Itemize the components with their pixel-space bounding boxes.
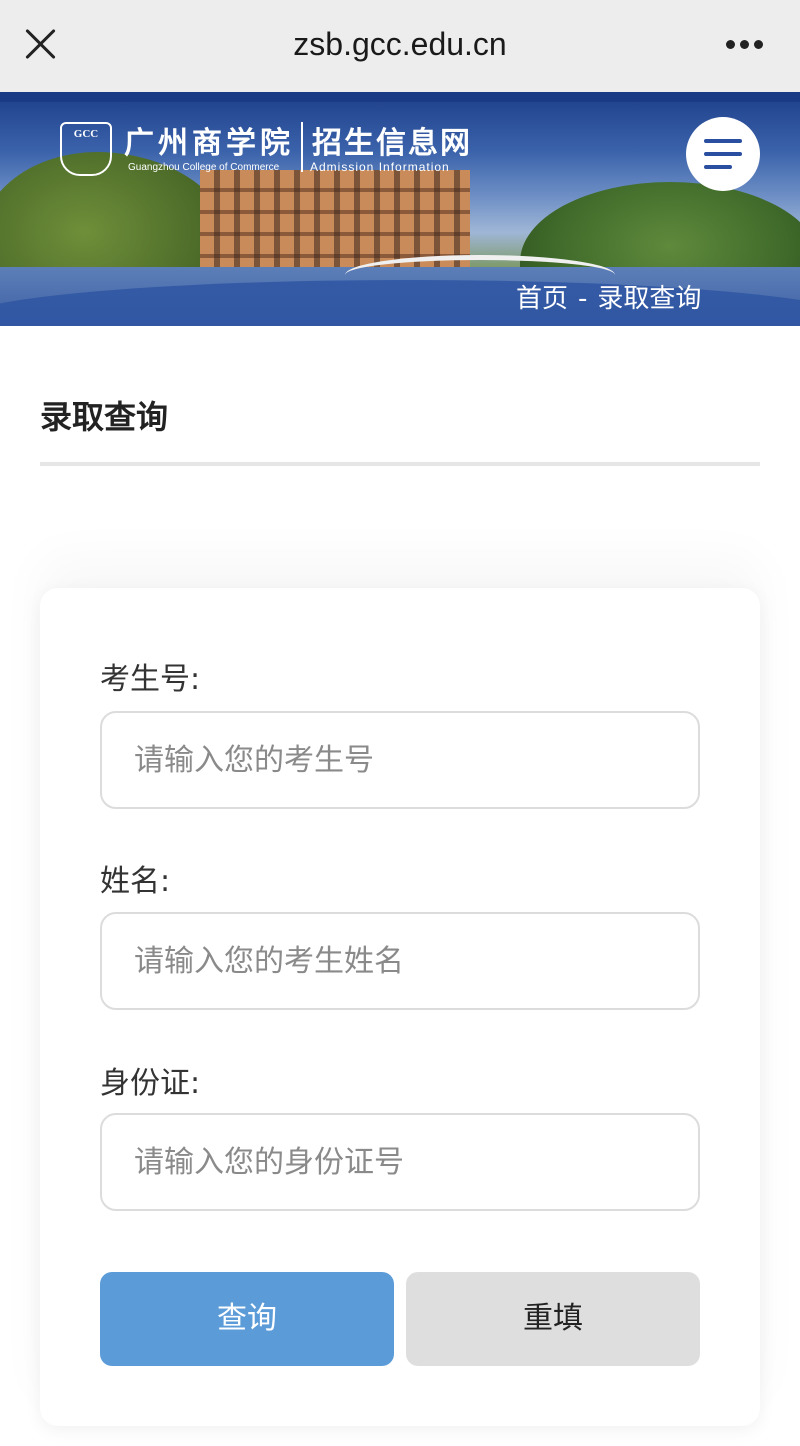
page-url: zsb.gcc.edu.cn bbox=[293, 26, 507, 62]
hamburger-menu-icon[interactable] bbox=[686, 117, 760, 191]
exam-no-label: 考生号: bbox=[100, 662, 201, 697]
browser-top-bar: zsb.gcc.edu.cn bbox=[0, 0, 800, 92]
reset-button[interactable]: 重填 bbox=[406, 1272, 700, 1366]
title-divider bbox=[40, 462, 760, 466]
header-banner: GCC 广州商学院 招生信息网 Guangzhou College of Com… bbox=[0, 92, 800, 326]
school-name-en: Guangzhou College of Commerce bbox=[128, 162, 280, 173]
page-title: 录取查询 bbox=[40, 398, 169, 436]
breadcrumb-separator: - bbox=[578, 284, 588, 314]
school-name-cn[interactable]: 广州商学院 bbox=[124, 118, 294, 162]
id-card-label: 身份证: bbox=[100, 1066, 201, 1101]
school-emblem-logo[interactable]: GCC bbox=[60, 122, 112, 176]
name-label: 姓名: bbox=[100, 864, 171, 899]
exam-no-input[interactable] bbox=[100, 711, 700, 809]
name-input[interactable] bbox=[100, 912, 700, 1010]
id-card-input[interactable] bbox=[100, 1113, 700, 1211]
site-name-cn[interactable]: 招生信息网 bbox=[312, 118, 472, 162]
breadcrumb-current: 录取查询 bbox=[597, 284, 702, 314]
logo-divider bbox=[301, 122, 303, 172]
query-button[interactable]: 查询 bbox=[100, 1272, 394, 1366]
breadcrumb: 首页 - 录取查询 bbox=[516, 278, 701, 315]
site-name-en: Admission Information bbox=[310, 160, 450, 174]
more-dots-icon[interactable] bbox=[726, 40, 764, 50]
breadcrumb-home-link[interactable]: 首页 bbox=[516, 278, 568, 315]
